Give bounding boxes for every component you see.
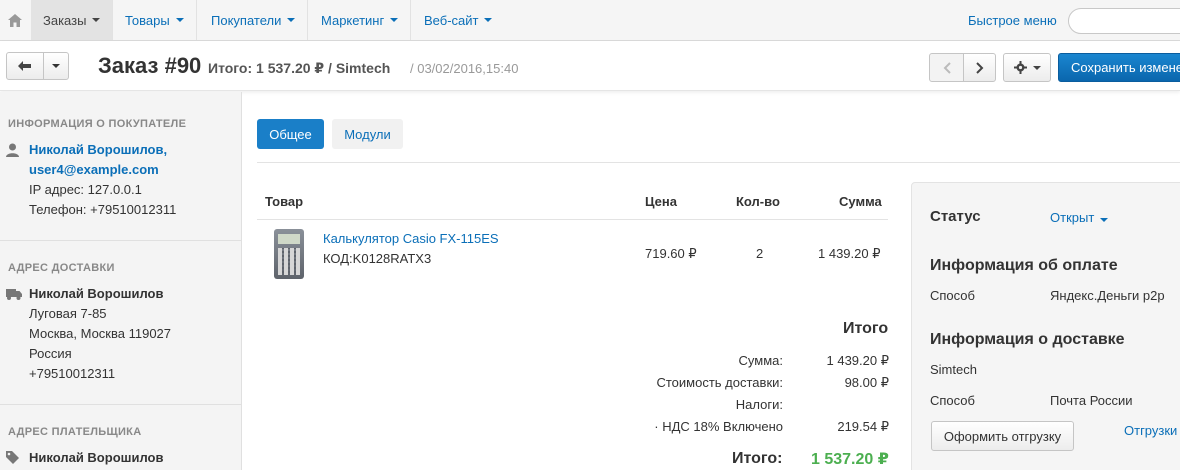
nav-products[interactable]: Товары: [113, 0, 197, 40]
settings-dropdown-button[interactable]: [1003, 53, 1051, 82]
order-total-summary: Итого: 1 537.20 ₽ / Simtech: [208, 60, 391, 76]
prev-order-button[interactable]: [929, 53, 964, 82]
grand-total-value: 1 537.20 ₽: [811, 451, 889, 468]
shipments-link[interactable]: Отгрузки: [1124, 423, 1177, 438]
user-icon: [6, 143, 19, 157]
nav-website[interactable]: Веб-сайт: [412, 0, 504, 40]
column-header-product: Товар: [265, 194, 304, 209]
shipping-phone: +79510012311: [29, 366, 116, 381]
customer-phone: Телефон: +79510012311: [29, 202, 177, 217]
customer-ip: IP адрес: 127.0.0.1: [29, 182, 142, 197]
page-header: Заказ #90 Итого: 1 537.20 ₽ / Simtech / …: [0, 41, 1180, 91]
customer-info-heading: ИНФОРМАЦИЯ О ПОКУПАТЕЛЕ: [8, 118, 187, 130]
product-code: КОД:K0128RATX3: [323, 251, 432, 266]
column-header-price: Цена: [645, 194, 677, 209]
chevron-down-icon: [1032, 65, 1041, 70]
status-value: Открыт: [1050, 210, 1095, 225]
nav-orders-label: Заказы: [43, 12, 87, 28]
nav-customers-label: Покупатели: [211, 12, 282, 28]
table-header-divider: [257, 219, 888, 220]
create-shipment-button[interactable]: Оформить отгрузку: [931, 421, 1074, 451]
product-price: 719.60 ₽: [645, 246, 697, 261]
chevron-down-icon: [1100, 218, 1109, 222]
customer-name-link[interactable]: Николай Ворошилов,: [29, 142, 167, 157]
shipping-name: Николай Ворошилов: [29, 286, 164, 301]
vat-label: · НДС 18% Включено: [654, 419, 783, 434]
status-label: Статус: [930, 208, 981, 225]
carrier-name: Simtech: [930, 362, 977, 377]
chevron-down-icon: [92, 18, 101, 22]
nav-marketing-label: Маркетинг: [321, 12, 385, 28]
tag-icon: [6, 451, 19, 464]
divider: [0, 240, 242, 241]
customer-email-link[interactable]: user4@example.com: [29, 162, 159, 177]
back-arrow-icon: [18, 61, 31, 71]
shipping-city: Москва, Москва 119027: [29, 326, 172, 341]
vat-value: 219.54 ₽: [837, 419, 889, 434]
nav-marketing[interactable]: Маркетинг: [309, 0, 412, 40]
next-order-button[interactable]: [963, 53, 996, 82]
taxes-label: Налоги:: [735, 397, 783, 412]
chevron-down-icon: [484, 18, 493, 22]
subtotal-label: Сумма:: [738, 353, 783, 368]
divider: [0, 404, 242, 405]
save-changes-button[interactable]: Сохранить изменения: [1058, 53, 1180, 82]
chevron-down-icon: [175, 18, 184, 22]
shipping-street: Луговая 7-85: [29, 306, 107, 321]
gear-icon: [1013, 61, 1027, 74]
chevron-down-icon: [52, 64, 60, 68]
nav-website-label: Веб-сайт: [424, 12, 479, 28]
delivery-method-label: Способ: [930, 393, 975, 408]
payment-method-label: Способ: [930, 288, 975, 303]
payment-info-heading: Информация об оплате: [930, 257, 1118, 274]
shipping-cost-value: 98.00 ₽: [844, 375, 889, 390]
column-header-qty: Кол-во: [736, 194, 780, 209]
subtotal-value: 1 439.20 ₽: [826, 353, 890, 368]
nav-orders[interactable]: Заказы: [31, 0, 114, 40]
delivery-info-heading: Информация о доставке: [930, 331, 1125, 348]
back-dropdown-button[interactable]: [43, 52, 69, 80]
product-name-link[interactable]: Калькулятор Casio FX-115ES: [323, 231, 499, 246]
status-dropdown[interactable]: Открыт: [1050, 210, 1109, 225]
tabs-divider: [257, 162, 1180, 163]
product-qty: 2: [756, 246, 764, 261]
nav-customers[interactable]: Покупатели: [199, 0, 309, 40]
back-button[interactable]: [6, 52, 44, 80]
nav-products-label: Товары: [125, 12, 170, 28]
tab-general[interactable]: Общее: [257, 119, 324, 149]
chevron-right-icon: [975, 61, 983, 74]
search-input[interactable]: [1068, 8, 1180, 34]
quick-menu-link[interactable]: Быстрое меню: [968, 13, 1057, 28]
shipping-country: Россия: [29, 346, 72, 361]
product-thumbnail[interactable]: [274, 229, 304, 279]
payment-method-value: Яндекс.Деньги p2p: [1050, 288, 1165, 303]
product-sum: 1 439.20 ₽: [818, 246, 881, 261]
totals-heading: Итого: [843, 320, 889, 337]
billing-name: Николай Ворошилов: [29, 450, 164, 465]
grand-total-label: Итого:: [732, 450, 783, 467]
home-icon[interactable]: [0, 0, 30, 40]
top-navigation: Заказы Товары Покупатели Маркетинг Веб-с…: [0, 0, 1180, 41]
delivery-method-value: Почта России: [1050, 393, 1133, 408]
chevron-left-icon: [943, 61, 951, 74]
chevron-down-icon: [390, 18, 399, 22]
column-header-sum: Сумма: [839, 194, 882, 209]
shipping-address-heading: АДРЕС ДОСТАВКИ: [8, 262, 115, 274]
truck-icon: [6, 289, 22, 300]
order-date: / 03/02/2016,15:40: [410, 61, 519, 76]
chevron-down-icon: [287, 18, 296, 22]
billing-address-heading: АДРЕС ПЛАТЕЛЬЩИКА: [8, 426, 142, 438]
page-title: Заказ #90: [98, 53, 202, 78]
shipping-cost-label: Стоимость доставки:: [656, 375, 783, 390]
tab-modules[interactable]: Модули: [332, 119, 403, 149]
